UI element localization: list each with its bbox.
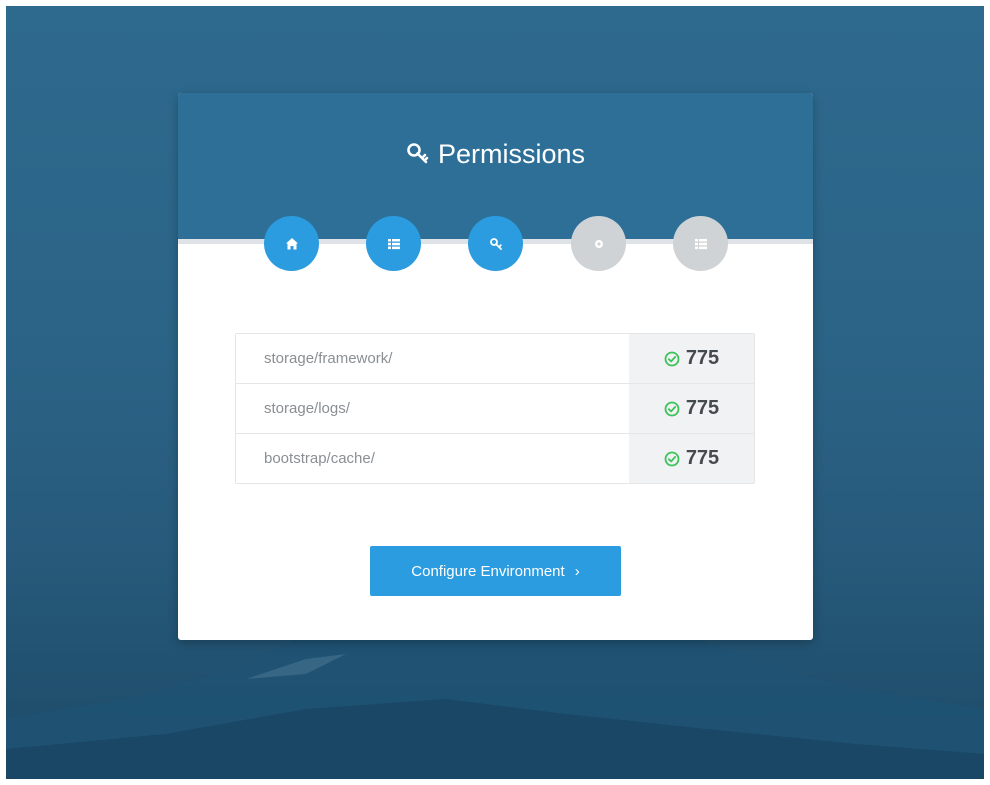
table-row: storage/framework/ 775 — [236, 334, 754, 384]
step-requirements[interactable] — [366, 216, 421, 271]
key-icon — [489, 237, 502, 250]
check-circle-icon — [664, 451, 680, 466]
check-circle-icon — [664, 401, 680, 416]
page-title-text: Permissions — [437, 139, 586, 169]
gear-icon — [594, 239, 603, 248]
permission-value: 775 — [685, 397, 720, 419]
chevron-right-icon: › — [574, 562, 580, 580]
permission-value: 775 — [685, 447, 720, 469]
permission-value: 775 — [685, 347, 720, 369]
permissions-table: storage/framework/ 775 storage/logs/ 775… — [235, 333, 755, 484]
installer-card: Permissions storage/framework/ 775 stora… — [178, 93, 813, 640]
step-home[interactable] — [264, 216, 319, 271]
check-circle-icon — [664, 351, 680, 366]
step-environment[interactable] — [571, 216, 626, 271]
table-row: storage/logs/ 775 — [236, 384, 754, 434]
page-title: Permissions — [178, 137, 813, 171]
permission-value-cell: 775 — [629, 434, 754, 483]
step-permissions[interactable] — [468, 216, 523, 271]
list-icon — [694, 238, 707, 249]
table-row: bootstrap/cache/ 775 — [236, 434, 754, 483]
permission-path: bootstrap/cache/ — [236, 434, 629, 483]
background: Permissions storage/framework/ 775 stora… — [6, 6, 984, 779]
list-icon — [387, 238, 400, 249]
step-final[interactable] — [673, 216, 728, 271]
configure-environment-label: Configure Environment — [411, 562, 565, 580]
wizard-steps — [178, 216, 813, 276]
key-icon — [406, 140, 430, 164]
permission-value-cell: 775 — [629, 334, 754, 383]
permission-path: storage/logs/ — [236, 384, 629, 433]
configure-environment-button[interactable]: Configure Environment › — [370, 546, 621, 596]
permission-path: storage/framework/ — [236, 334, 629, 383]
permission-value-cell: 775 — [629, 384, 754, 433]
home-icon — [285, 237, 298, 249]
